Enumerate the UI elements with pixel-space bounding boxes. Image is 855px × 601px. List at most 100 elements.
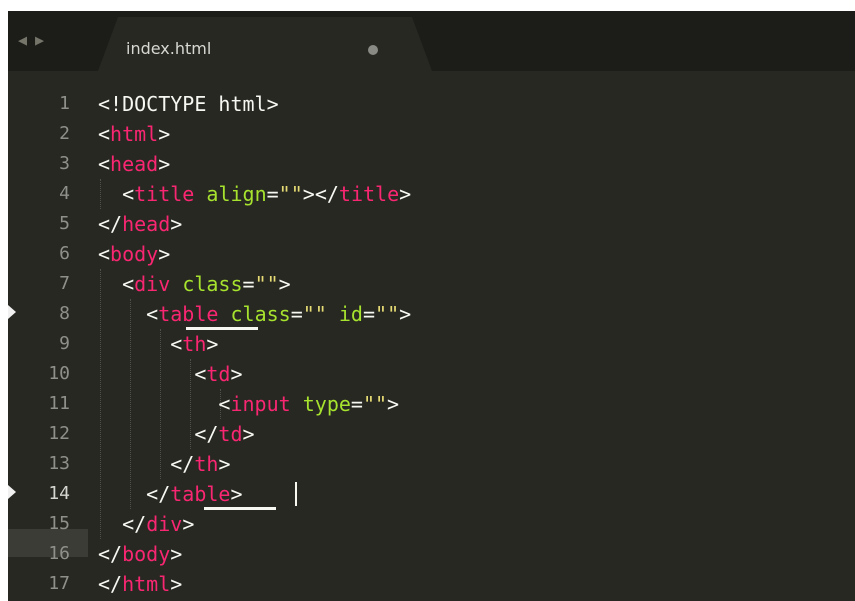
code-punctuation: < <box>146 302 159 326</box>
code-text: > <box>158 152 171 176</box>
code-text: > <box>158 242 171 266</box>
code-text: > <box>206 332 219 356</box>
line-number: 9 <box>59 333 70 354</box>
code-line[interactable]: <head> <box>98 149 170 179</box>
code-line[interactable]: </div> <box>98 509 194 539</box>
code-text: = <box>350 392 363 416</box>
code-punctuation: </ <box>122 512 147 536</box>
matching-tag-underline <box>204 507 276 510</box>
unsaved-dot-icon[interactable] <box>368 45 378 55</box>
code-tag-name: table <box>158 302 219 326</box>
code-tag-name: head <box>122 212 171 236</box>
code-punctuation: < <box>218 392 231 416</box>
code-text: > <box>170 572 183 596</box>
code-text: > <box>170 542 183 566</box>
code-punctuation: < <box>122 182 135 206</box>
code-text: = <box>290 302 303 326</box>
code-punctuation: </ <box>146 482 171 506</box>
code-tag-name: td <box>218 422 243 446</box>
tab-bar: ◀ ▶ index.html <box>8 11 855 71</box>
code-punctuation: </ <box>314 182 339 206</box>
code-punctuation: < <box>98 242 111 266</box>
code-text: > <box>399 182 412 206</box>
code-line[interactable]: </table> <box>98 479 242 509</box>
text-cursor <box>295 482 297 506</box>
code-text: > <box>218 452 231 476</box>
code-punctuation: < <box>98 152 111 176</box>
code-line[interactable]: </head> <box>98 209 182 239</box>
code-line[interactable]: <th> <box>98 329 218 359</box>
code-attribute: type <box>302 392 351 416</box>
code-text: > <box>387 392 400 416</box>
code-string: "" <box>254 272 279 296</box>
code-attribute: id <box>338 302 363 326</box>
code-tag-name: table <box>170 482 231 506</box>
tab-index-html[interactable]: index.html <box>98 17 432 71</box>
line-number: 1 <box>59 93 70 114</box>
code-attribute: class <box>230 302 291 326</box>
line-number: 15 <box>48 513 70 534</box>
line-number: 6 <box>59 243 70 264</box>
code-text: = <box>242 272 255 296</box>
code-punctuation: </ <box>194 422 219 446</box>
code-line[interactable]: </body> <box>98 539 182 569</box>
code-editor[interactable]: <!DOCTYPE html> <html> <head> <title ali… <box>98 71 855 601</box>
code-line[interactable]: <table class="" id=""> <box>98 299 411 329</box>
code-tag-name: td <box>206 362 231 386</box>
code-line[interactable]: <input type=""> <box>98 389 399 419</box>
line-number: 3 <box>59 153 70 174</box>
code-tag-name: title <box>134 182 195 206</box>
code-text: = <box>362 302 376 326</box>
code-text: > <box>278 272 291 296</box>
code-tag-name: div <box>134 272 171 296</box>
code-line[interactable]: <div class=""> <box>98 269 291 299</box>
nav-forward-icon[interactable]: ▶ <box>35 33 44 48</box>
code-line[interactable]: </th> <box>98 449 230 479</box>
line-number: 5 <box>59 213 70 234</box>
code-line[interactable]: </td> <box>98 419 254 449</box>
fold-marker-icon[interactable] <box>8 485 16 499</box>
code-tag-name: html <box>110 122 159 146</box>
fold-marker-icon[interactable] <box>8 305 16 319</box>
code-tag-name: th <box>194 452 219 476</box>
code-line[interactable]: <html> <box>98 119 170 149</box>
code-text: = <box>266 182 279 206</box>
code-punctuation: </ <box>98 572 123 596</box>
code-tag-name: body <box>110 242 159 266</box>
code-punctuation: < <box>194 362 207 386</box>
code-string: "" <box>375 302 400 326</box>
line-number: 13 <box>48 453 70 474</box>
code-punctuation: <! <box>98 92 123 116</box>
code-punctuation: </ <box>170 452 195 476</box>
code-tag-name: input <box>230 392 291 416</box>
code-line[interactable]: </html> <box>98 569 182 599</box>
code-text: > <box>158 122 171 146</box>
code-text: html> <box>206 92 279 116</box>
code-punctuation: </ <box>98 542 123 566</box>
code-line[interactable]: <td> <box>98 359 242 389</box>
code-line[interactable]: <body> <box>98 239 170 269</box>
line-number: 17 <box>48 573 70 594</box>
line-number: 2 <box>59 123 70 144</box>
line-number-gutter: 1 2 3 4 5 6 7 8 9 10 11 12 13 14 15 16 1… <box>8 71 88 601</box>
code-tag-name: div <box>146 512 183 536</box>
code-line[interactable]: <!DOCTYPE html> <box>98 89 279 119</box>
code-text: > <box>302 182 315 206</box>
code-text: > <box>399 302 412 326</box>
line-number-active: 14 <box>48 483 70 504</box>
nav-back-icon[interactable]: ◀ <box>18 33 27 48</box>
code-tag-name: body <box>122 542 171 566</box>
code-string: "" <box>278 182 303 206</box>
code-line[interactable]: <title align=""></title> <box>98 179 411 209</box>
line-number: 16 <box>48 543 70 564</box>
line-number: 4 <box>59 183 70 204</box>
